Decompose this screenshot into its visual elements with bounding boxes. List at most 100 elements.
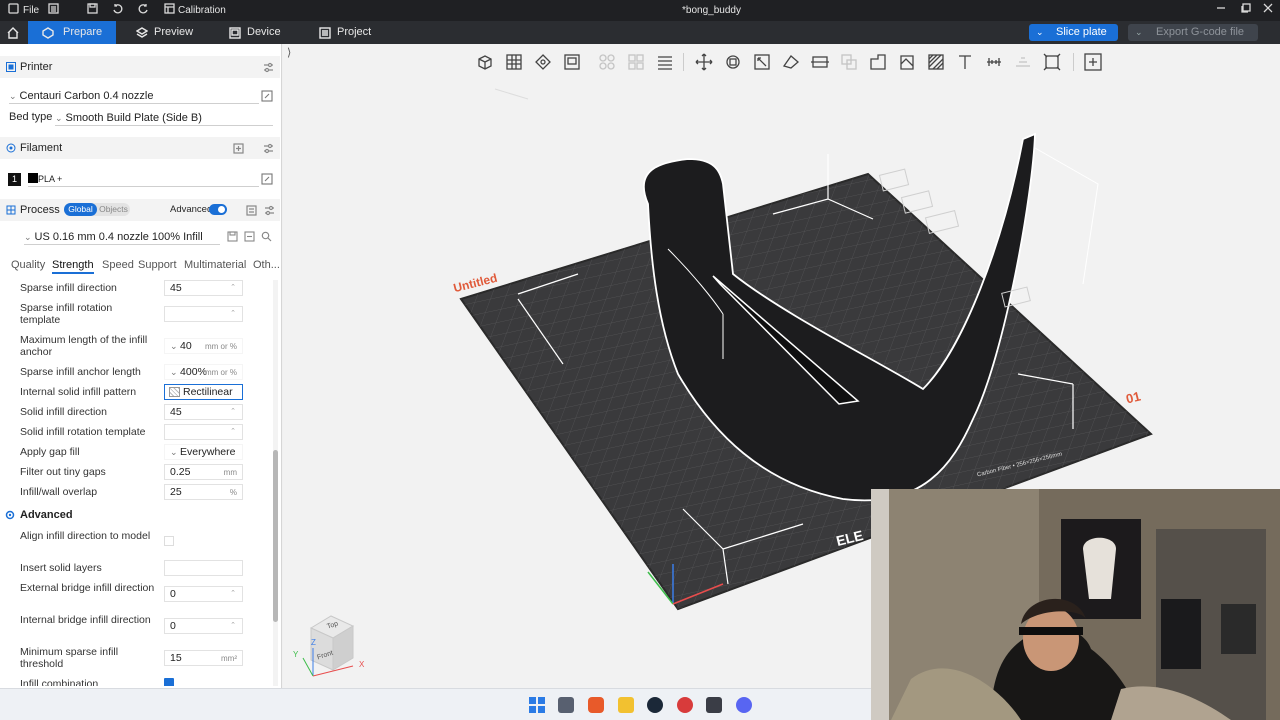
- export-gcode-button[interactable]: ⌄ Export G-code file: [1128, 24, 1258, 41]
- sidebar-scrollbar[interactable]: [273, 280, 278, 686]
- add-filament-icon[interactable]: [233, 143, 244, 154]
- settings-sidebar: Printer ⌄ Centauri Carbon 0.4 nozzle Bed …: [0, 44, 282, 688]
- slice-plate-button[interactable]: ⌄ Slice plate: [1029, 24, 1118, 41]
- filament-slot-number: 1: [8, 173, 21, 186]
- project-icon: [319, 27, 331, 39]
- advanced-gear-icon: [5, 510, 15, 520]
- internal-solid-infill-pattern-select[interactable]: Rectilinear: [164, 384, 243, 400]
- windows-start-icon[interactable]: [529, 697, 545, 713]
- filament-section-title: Filament: [20, 142, 63, 154]
- sparse-infill-direction-input[interactable]: 45 ⌃: [164, 280, 243, 296]
- filter-tiny-gaps-input[interactable]: 0.25 mm: [164, 464, 243, 480]
- home-icon[interactable]: [6, 21, 20, 44]
- steam-icon[interactable]: [647, 697, 663, 713]
- dropdown-chevron-icon: ⌄: [1135, 27, 1143, 37]
- sparse-infill-anchor-length-input[interactable]: ⌄ 400% mm or %: [164, 364, 243, 380]
- discord-icon[interactable]: [736, 697, 752, 713]
- process-section-title: Process: [20, 204, 60, 216]
- tab-speed[interactable]: Speed: [102, 256, 134, 274]
- maximize-icon[interactable]: [1241, 3, 1251, 18]
- tab-others[interactable]: Oth...: [253, 256, 280, 274]
- minimize-icon[interactable]: [1216, 3, 1226, 18]
- tab-quality[interactable]: Quality: [11, 256, 45, 274]
- app-window: File Calibration *bong_buddy Prepare Pre…: [0, 0, 1280, 720]
- sidebar-scroll-thumb[interactable]: [273, 450, 278, 622]
- collapse-icon[interactable]: [244, 231, 255, 242]
- file-explorer-icon[interactable]: [618, 697, 634, 713]
- dropdown-chevron-icon: ⌄: [1036, 27, 1044, 37]
- main-nav-bar: Prepare Preview Device Project ⌄ Slice p…: [0, 21, 1280, 44]
- save-icon[interactable]: [87, 3, 98, 18]
- bed-type-value: Smooth Build Plate (Side B): [65, 112, 202, 124]
- toggle-objects[interactable]: Objects: [97, 203, 130, 216]
- tab-project-label: Project: [337, 26, 372, 38]
- advanced-switch[interactable]: [209, 204, 227, 215]
- device-icon: [229, 27, 241, 39]
- max-infill-anchor-input[interactable]: ⌄ 40 mm or %: [164, 338, 243, 354]
- file-menu[interactable]: File: [23, 3, 39, 18]
- edit-icon[interactable]: [261, 90, 273, 102]
- strength-settings-list: Sparse infill direction 45 ⌃ Sparse infil…: [0, 278, 272, 686]
- settings-sliders-icon[interactable]: [263, 143, 274, 154]
- printer-section-header[interactable]: Printer: [0, 56, 280, 78]
- document-title: *bong_buddy: [682, 5, 741, 16]
- menu-icon[interactable]: [48, 3, 59, 18]
- camera-app-icon[interactable]: [706, 697, 722, 713]
- tab-strength[interactable]: Strength: [52, 256, 94, 274]
- insert-solid-layers-input[interactable]: [164, 560, 243, 576]
- view-cube-icon[interactable]: [291, 608, 371, 684]
- align-infill-checkbox[interactable]: [164, 536, 174, 546]
- internal-bridge-direction-input[interactable]: 0 ⌃: [164, 618, 243, 634]
- compare-icon[interactable]: [246, 205, 257, 216]
- settings-sliders-icon[interactable]: [263, 62, 274, 73]
- search-icon[interactable]: [261, 231, 272, 242]
- advanced-label: Advanced: [170, 204, 213, 215]
- external-bridge-direction-input[interactable]: 0 ⌃: [164, 586, 243, 602]
- infill-wall-overlap-input[interactable]: 25%: [164, 484, 243, 500]
- setting-label: Insert solid layers: [20, 562, 102, 574]
- obs-icon[interactable]: [677, 697, 693, 713]
- solid-infill-rotation-template-input[interactable]: ⌃: [164, 424, 243, 440]
- setting-label: Solid infill rotation template: [20, 426, 146, 438]
- calibration-menu[interactable]: Calibration: [178, 3, 226, 18]
- tab-preview[interactable]: Preview: [136, 21, 196, 44]
- infill-combination-checkbox[interactable]: [164, 678, 174, 686]
- tab-device[interactable]: Device: [229, 21, 289, 44]
- setting-label: Sparse infill anchor length: [20, 366, 141, 378]
- process-section-header[interactable]: Process Global Objects Advanced: [0, 199, 280, 221]
- filament-color-swatch[interactable]: [28, 173, 38, 183]
- save-preset-icon[interactable]: [227, 231, 238, 242]
- printer-select[interactable]: ⌄ Centauri Carbon 0.4 nozzle: [9, 88, 259, 104]
- setting-label: Sparse infill direction: [20, 282, 117, 294]
- close-icon[interactable]: [1263, 3, 1273, 18]
- app-menu-icon[interactable]: [8, 3, 19, 18]
- edit-icon[interactable]: [261, 173, 273, 185]
- slicer-app-icon[interactable]: [558, 697, 574, 713]
- tab-support[interactable]: Support: [138, 256, 177, 274]
- tab-project[interactable]: Project: [319, 21, 379, 44]
- toggle-global[interactable]: Global: [64, 203, 97, 216]
- filament-section-header[interactable]: Filament: [0, 137, 280, 159]
- undo-icon[interactable]: [112, 3, 123, 18]
- rectilinear-pattern-icon: [169, 387, 180, 397]
- redo-icon[interactable]: [138, 3, 149, 18]
- solid-infill-direction-input[interactable]: 45 ⌃: [164, 404, 243, 420]
- settings-sliders-icon[interactable]: [264, 205, 275, 216]
- sparse-infill-rotation-template-input[interactable]: ⌃: [164, 306, 243, 322]
- calibration-icon[interactable]: [164, 3, 175, 18]
- process-preset-select[interactable]: ⌄ US 0.16 mm 0.4 nozzle 100% Infill: [24, 229, 220, 245]
- setting-label: Sparse infill rotation template: [20, 302, 113, 326]
- view-cube[interactable]: Top Front X Y Z: [291, 608, 371, 684]
- apply-gap-fill-select[interactable]: ⌄ Everywhere: [164, 444, 243, 460]
- filament-select[interactable]: PLA +: [28, 171, 259, 187]
- webcam-feed-image: [871, 489, 1280, 720]
- global-objects-toggle[interactable]: Global Objects: [64, 203, 130, 216]
- tab-prepare-label: Prepare: [63, 26, 103, 38]
- tab-prepare[interactable]: Prepare: [28, 21, 116, 44]
- preview-icon: [136, 27, 148, 38]
- min-sparse-infill-threshold-input[interactable]: 15 mm²: [164, 650, 243, 666]
- brave-browser-icon[interactable]: [588, 697, 604, 713]
- tab-multimaterial[interactable]: Multimaterial: [184, 256, 246, 274]
- filament-icon: [6, 143, 16, 153]
- bed-type-select[interactable]: ⌄ Smooth Build Plate (Side B): [55, 110, 273, 126]
